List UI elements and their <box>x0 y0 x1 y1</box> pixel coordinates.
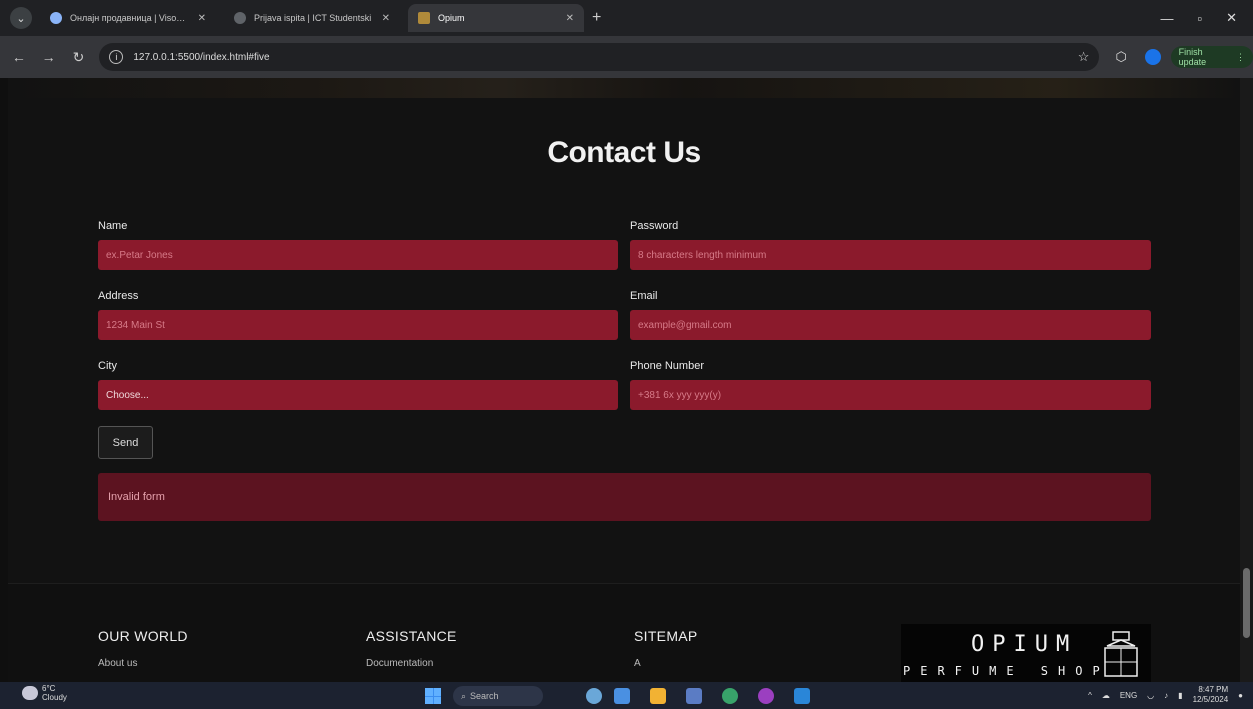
phone-label: Phone Number <box>630 360 704 372</box>
battery-icon[interactable]: ▮ <box>1178 691 1182 700</box>
footer-heading: OUR WORLD <box>98 628 188 644</box>
tab-close-icon[interactable]: ✕ <box>382 13 390 24</box>
tab-search-icon[interactable]: ⌄ <box>10 7 32 29</box>
forward-icon[interactable]: → <box>38 49 60 65</box>
finish-update-label: Finish update <box>1178 47 1207 67</box>
opium-logo: OPIUM PERFUME SHOP <box>901 624 1151 682</box>
name-label: Name <box>98 220 128 232</box>
tab-favicon-icon <box>418 12 430 24</box>
phone-input[interactable]: +381 6x yyy yyy(y) <box>630 380 1151 410</box>
clock[interactable]: 8:47 PM 12/5/2024 <box>1193 685 1229 705</box>
onedrive-icon[interactable]: ☁ <box>1102 691 1110 700</box>
logo-sub-text: PERFUME SHOP <box>903 664 1110 678</box>
perfume-bottle-icon <box>1104 631 1138 677</box>
address-bar[interactable]: i 127.0.0.1:5500/index.html#five ☆ <box>99 43 1100 71</box>
footer-link[interactable]: About us <box>98 658 188 669</box>
name-field-group: Name ex.Petar Jones <box>98 220 618 270</box>
send-button[interactable]: Send <box>98 426 153 459</box>
weather-widget[interactable]: 6°C Cloudy <box>22 684 67 702</box>
tab-1[interactable]: Онлајн продавница | Visoka ICT ✕ <box>40 4 216 32</box>
tab-favicon-icon <box>50 12 62 24</box>
clock-time: 8:47 PM <box>1198 685 1229 694</box>
footer-col-assistance: ASSISTANCE Documentation <box>366 628 457 669</box>
profile-avatar[interactable] <box>1144 49 1161 65</box>
back-icon[interactable]: ← <box>8 49 30 65</box>
phone-field-group: Phone Number +381 6x yyy yyy(y) <box>630 360 1151 410</box>
widgets-icon[interactable] <box>614 688 630 704</box>
file-explorer-icon[interactable] <box>650 688 666 704</box>
address-input[interactable]: 1234 Main St <box>98 310 618 340</box>
logo-main-text: OPIUM <box>971 632 1078 657</box>
tab-title: Opium <box>438 13 465 23</box>
search-label: Search <box>470 691 499 701</box>
minimize-icon[interactable]: — <box>1160 11 1173 26</box>
finish-update-button[interactable]: Finish update ⋮ <box>1170 46 1253 68</box>
footer-col-sitemap: SITEMAP A <box>634 628 698 669</box>
opera-icon[interactable] <box>758 688 774 704</box>
reload-icon[interactable]: ↻ <box>68 49 90 66</box>
system-tray: ^ ☁ ENG ◡ ♪ ▮ 8:47 PM 12/5/2024 ● <box>1088 685 1243 705</box>
name-input[interactable]: ex.Petar Jones <box>98 240 618 270</box>
alert-text: Invalid form <box>108 491 165 503</box>
wifi-icon[interactable]: ◡ <box>1147 691 1154 700</box>
weather-temp: 6°C <box>42 684 56 693</box>
show-hidden-icons-icon[interactable]: ^ <box>1088 691 1092 700</box>
search-icon: ⌕ <box>461 690 467 701</box>
notification-dot-icon[interactable]: ● <box>1238 691 1243 700</box>
tab-close-icon[interactable]: ✕ <box>198 13 206 24</box>
tab-close-icon[interactable]: ✕ <box>566 13 574 24</box>
footer-heading: SITEMAP <box>634 628 698 644</box>
city-field-group: City Choose... <box>98 360 618 410</box>
footer-link[interactable]: Documentation <box>366 658 457 669</box>
city-select[interactable]: Choose... <box>98 380 618 410</box>
vscode-icon[interactable] <box>794 688 810 704</box>
footer-heading: ASSISTANCE <box>366 628 457 644</box>
weather-desc: Cloudy <box>42 693 67 702</box>
tab-2[interactable]: Prijava ispita | ICT Studentski ✕ <box>224 4 400 32</box>
language-indicator[interactable]: ENG <box>1120 691 1137 700</box>
url-text: 127.0.0.1:5500/index.html#five <box>133 51 270 63</box>
tab-favicon-icon <box>234 12 246 24</box>
tab-title: Prijava ispita | ICT Studentski <box>254 13 372 23</box>
site-info-icon[interactable]: i <box>109 50 124 64</box>
start-button[interactable] <box>425 688 441 704</box>
email-label: Email <box>630 290 658 302</box>
store-icon[interactable] <box>686 688 702 704</box>
password-label: Password <box>630 220 679 232</box>
taskbar: 6°C Cloudy ⌕ Search ^ ☁ ENG ◡ ♪ ▮ 8:47 P… <box>0 682 1253 709</box>
copilot-icon[interactable] <box>586 688 602 704</box>
footer-col-our-world: OUR WORLD About us <box>98 628 188 669</box>
password-field-group: Password 8 characters length minimum <box>630 220 1151 270</box>
page-scrollbar[interactable] <box>1240 78 1253 682</box>
password-input[interactable]: 8 characters length minimum <box>630 240 1151 270</box>
email-field-group: Email example@gmail.com <box>630 290 1151 340</box>
close-window-icon[interactable]: ✕ <box>1226 10 1237 26</box>
address-field-group: Address 1234 Main St <box>98 290 618 340</box>
maximize-icon[interactable]: ▫ <box>1197 11 1202 26</box>
tab-title: Онлајн продавница | Visoka ICT <box>70 13 190 23</box>
clock-date: 12/5/2024 <box>1192 695 1229 704</box>
footer: OUR WORLD About us ASSISTANCE Documentat… <box>8 583 1240 682</box>
new-tab-icon[interactable]: + <box>592 9 601 27</box>
volume-icon[interactable]: ♪ <box>1164 691 1168 700</box>
page-viewport: Contact Us Name ex.Petar Jones Password … <box>8 78 1240 682</box>
city-label: City <box>98 360 117 372</box>
extensions-icon[interactable]: ⬡ <box>1115 49 1126 65</box>
browser-toolbar: ← → ↻ i 127.0.0.1:5500/index.html#five ☆… <box>0 36 1253 78</box>
bookmark-star-icon[interactable]: ☆ <box>1078 49 1090 65</box>
more-menu-icon: ⋮ <box>1236 51 1246 62</box>
page-title: Contact Us <box>547 136 701 169</box>
cloud-icon <box>22 686 38 700</box>
scrollbar-thumb[interactable] <box>1243 568 1250 638</box>
address-label: Address <box>98 290 139 302</box>
chrome-icon[interactable] <box>722 688 738 704</box>
form-error-alert: Invalid form <box>98 473 1151 521</box>
footer-link[interactable]: A <box>634 658 698 669</box>
window-controls: — ▫ ✕ <box>1160 0 1253 36</box>
taskbar-search[interactable]: ⌕ Search <box>453 686 543 706</box>
browser-tab-bar: ⌄ Онлајн продавница | Visoka ICT ✕ Prija… <box>0 0 1253 36</box>
email-input[interactable]: example@gmail.com <box>630 310 1151 340</box>
hero-image-edge <box>8 78 1240 98</box>
tab-3[interactable]: Opium ✕ <box>408 4 584 32</box>
